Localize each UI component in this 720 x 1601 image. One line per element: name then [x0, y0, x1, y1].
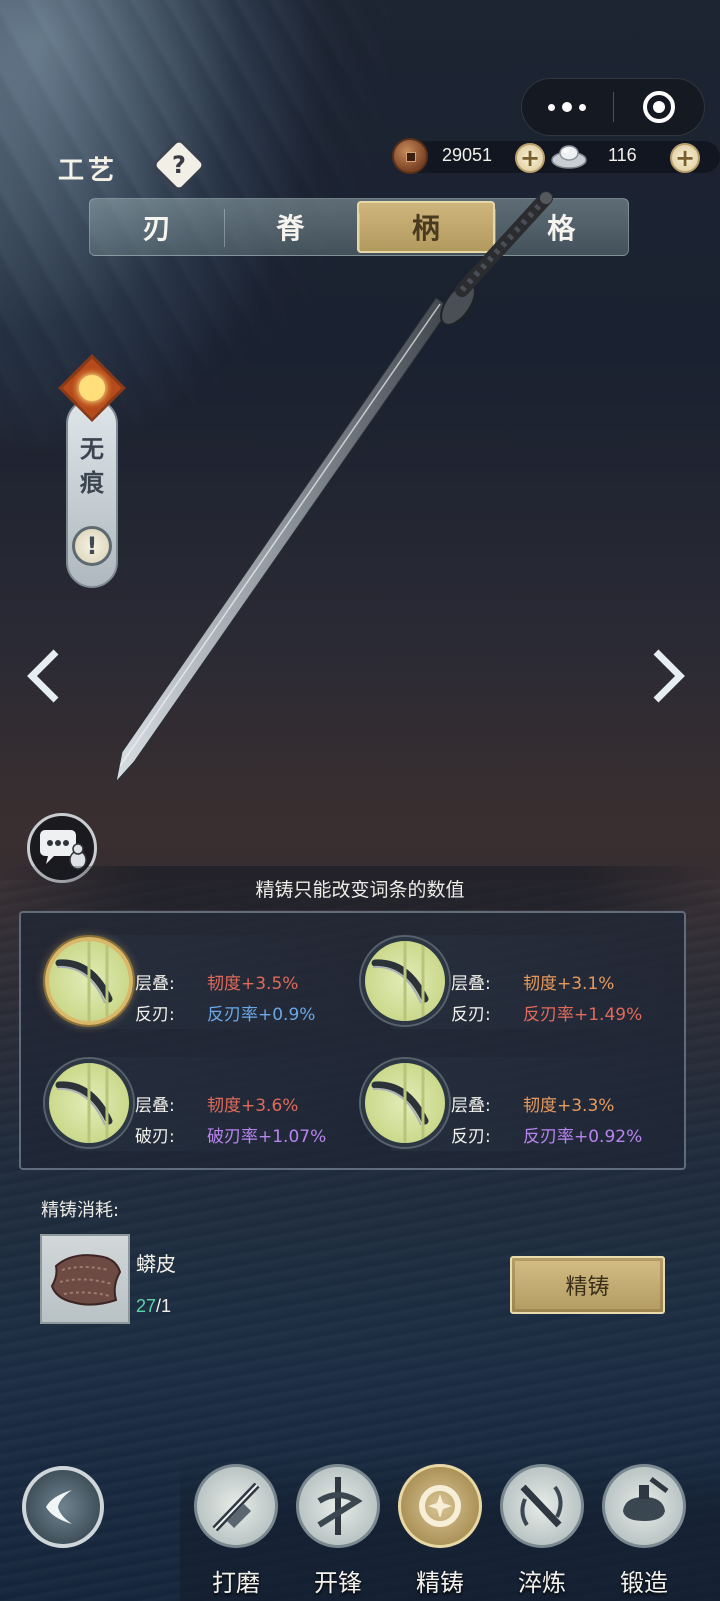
copper-coin-icon [392, 138, 428, 174]
refine-options-panel: 层叠: 韧度+3.5% 反刃: 反刃率+0.9% 层叠: 韧度+3.1% 反刃: 反刃率… [19, 911, 686, 1170]
option-4-stat2-label: 反刃: [451, 1127, 491, 1147]
handle-wrap-icon [361, 1059, 449, 1147]
handle-wrap-icon [361, 937, 449, 1025]
option-2-stat2-label: 反刃: [451, 1005, 491, 1025]
option-1-stat2-label: 反刃: [135, 1005, 175, 1025]
python-skin-icon [50, 1254, 122, 1306]
nav-forge-label: 锻造 [620, 1569, 668, 1597]
close-miniprogram-button[interactable] [614, 78, 705, 136]
nav-temper-label: 淬炼 [518, 1569, 566, 1597]
silver-amount: 116 [608, 145, 637, 165]
silver-ingot-icon [551, 145, 587, 169]
nav-temper-ring [500, 1464, 584, 1548]
hint-text: 精铸只能改变词条的数值 [255, 879, 465, 901]
forge-icon [623, 1477, 669, 1521]
material-count: 27/1 [136, 1296, 171, 1317]
option-1-stat1-value: 韧度+3.5% [207, 974, 299, 994]
nav-refine-cast-ring [398, 1464, 482, 1548]
nav-edge-ring [296, 1464, 380, 1548]
option-3-stat1-label: 层叠: [135, 1096, 175, 1116]
material-slot[interactable] [40, 1234, 130, 1324]
grind-icon [212, 1482, 260, 1532]
nav-edge[interactable]: 开锋 [292, 1462, 384, 1601]
nav-refine-cast[interactable]: 精铸 [394, 1462, 486, 1601]
edge-icon [317, 1477, 363, 1535]
nav-forge-ring [602, 1464, 686, 1548]
refine-option-4[interactable]: 层叠: 韧度+3.3% 反刃: 反刃率+0.92% [361, 1049, 681, 1159]
back-button[interactable] [22, 1466, 104, 1548]
refine-cast-button[interactable]: 精铸 [510, 1256, 665, 1314]
nav-refine-cast-label: 精铸 [416, 1569, 464, 1597]
option-3-stat2-label: 破刃: [135, 1127, 175, 1147]
option-4-stat2-value: 反刃率+0.92% [523, 1127, 643, 1147]
option-4-stat1-label: 层叠: [451, 1096, 491, 1116]
prev-arrow-icon[interactable] [24, 646, 64, 706]
handle-wrap-icon [45, 1059, 133, 1147]
add-silver-button[interactable]: + [670, 143, 700, 173]
nav-forge[interactable]: 锻造 [598, 1462, 690, 1601]
cost-title: 精铸消耗: [41, 1200, 120, 1221]
mini-program-capsule [521, 78, 705, 136]
next-arrow-icon[interactable] [648, 646, 688, 706]
sword-model [115, 191, 553, 784]
option-1-stat2-value: 反刃率+0.9% [207, 1005, 316, 1025]
back-arrow-icon [46, 1490, 72, 1524]
option-4-stat1-value: 韧度+3.3% [523, 1096, 615, 1116]
nav-temper[interactable]: 淬炼 [496, 1462, 588, 1601]
more-menu-button[interactable] [522, 78, 613, 136]
material-name: 蟒皮 [136, 1252, 176, 1276]
option-2-stat1-label: 层叠: [451, 974, 491, 994]
refine-option-3[interactable]: 层叠: 韧度+3.6% 破刃: 破刃率+1.07% [45, 1049, 365, 1159]
question-icon: ? [172, 150, 186, 179]
option-3-stat2-value: 破刃率+1.07% [207, 1127, 327, 1147]
option-3-stat1-value: 韧度+3.6% [207, 1096, 299, 1116]
option-2-stat1-value: 韧度+3.1% [523, 974, 615, 994]
help-button[interactable]: ? [154, 140, 204, 190]
material-have: 27 [136, 1296, 157, 1316]
refine-option-1[interactable]: 层叠: 韧度+3.5% 反刃: 反刃率+0.9% [45, 927, 365, 1037]
page-title: 工艺 [58, 156, 119, 186]
nav-grind-label: 打磨 [212, 1569, 260, 1597]
refine-option-2[interactable]: 层叠: 韧度+3.1% 反刃: 反刃率+1.49% [361, 927, 681, 1037]
refine-cast-icon [419, 1485, 461, 1527]
option-2-stat2-value: 反刃率+1.49% [523, 1005, 643, 1025]
option-1-stat1-label: 层叠: [135, 974, 175, 994]
nav-grind[interactable]: 打磨 [190, 1462, 282, 1601]
copper-amount: 29051 [442, 145, 493, 165]
handle-wrap-icon [45, 937, 133, 1025]
nav-grind-ring [194, 1464, 278, 1548]
material-need: /1 [156, 1296, 172, 1316]
temper-icon [520, 1484, 563, 1528]
add-copper-button[interactable]: + [515, 143, 545, 173]
target-icon [642, 91, 675, 123]
nav-edge-label: 开锋 [314, 1569, 362, 1597]
